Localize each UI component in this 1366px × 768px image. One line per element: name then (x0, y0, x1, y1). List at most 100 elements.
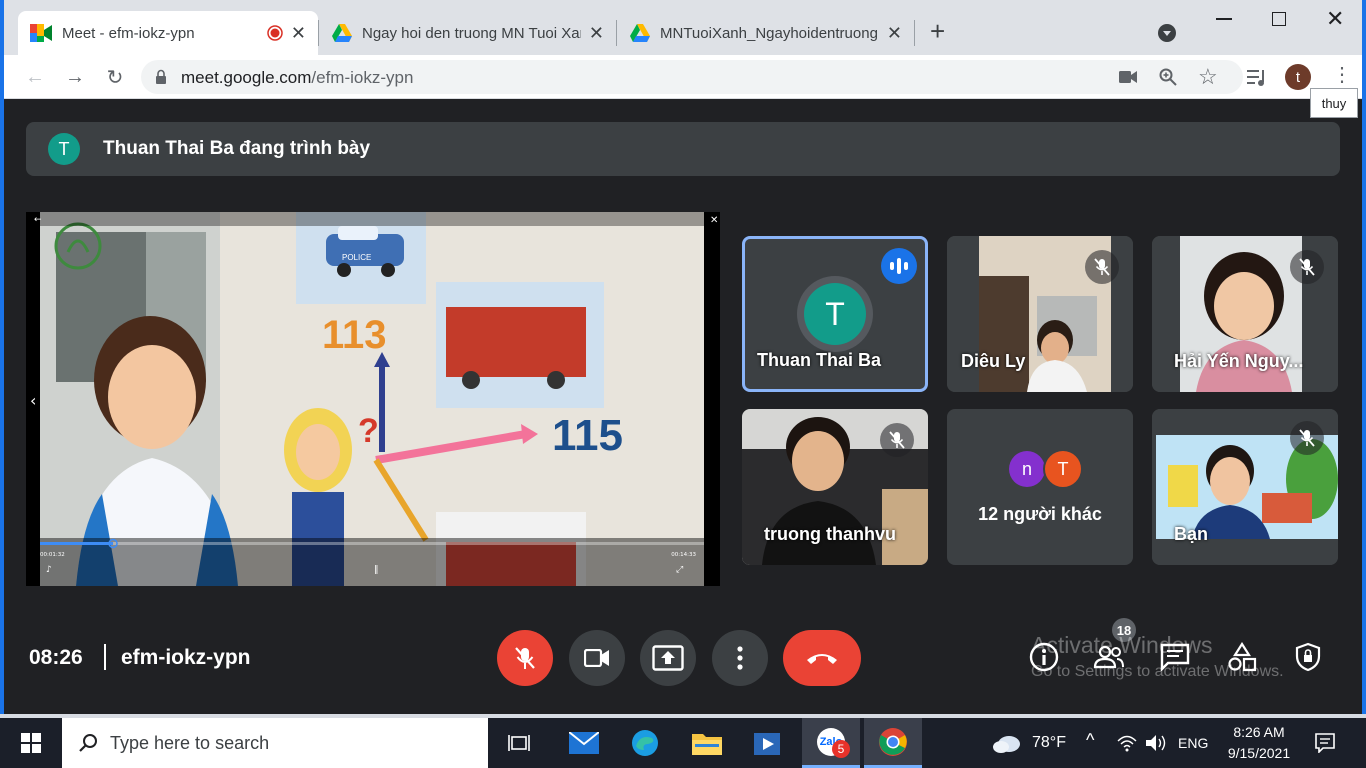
presentation-stage[interactable]: POLICE 113 115 ? ← ✕ ‹ 00:01:32 00:14:33… (26, 212, 720, 586)
taskbar-search-box[interactable]: Type here to search (62, 718, 488, 768)
police-label: POLICE (342, 253, 371, 262)
tab-close-icon[interactable]: ✕ (887, 23, 902, 44)
participant-tile-thuan[interactable]: T Thuan Thai Ba (742, 236, 928, 392)
tab-title: Meet - efm-iokz-ypn (62, 24, 195, 42)
tray-overflow-icon[interactable]: ^ (1086, 730, 1094, 751)
task-view-icon (508, 735, 530, 751)
chrome-app-button[interactable] (864, 718, 922, 768)
tab-meet[interactable]: Meet - efm-iokz-ypn ✕ (18, 11, 318, 55)
number-115: 115 (552, 411, 623, 460)
others-avatar-n: n (1009, 451, 1045, 487)
reload-icon[interactable]: ↻ (102, 64, 128, 90)
overlay-back-icon: ← (34, 215, 42, 225)
folder-icon (692, 734, 722, 755)
media-player-icon (754, 733, 780, 755)
meet-icon (30, 24, 52, 42)
presentation-banner: T Thuan Thai Ba đang trình bày (26, 122, 1340, 176)
minimize-icon[interactable] (1216, 18, 1232, 20)
participant-name: Hải Yến Nguy... (1174, 351, 1304, 371)
weather-temperature[interactable]: 78°F (1032, 734, 1066, 752)
participant-tile-dieu-ly[interactable]: Diêu Ly (947, 236, 1133, 392)
mail-app-button[interactable] (555, 718, 613, 768)
participant-name: Diêu Ly (961, 351, 1026, 371)
forward-icon[interactable]: → (62, 64, 88, 90)
url-text: meet.google.com/efm-iokz-ypn (181, 68, 413, 88)
edge-icon (632, 730, 658, 756)
fullscreen-icon: ⤢ (675, 565, 683, 575)
pause-icon: ‖ (374, 565, 379, 575)
participant-tile-truong-thanhvu[interactable]: truong thanhvu (742, 409, 928, 565)
avatar-initial: T (804, 283, 866, 345)
presenting-text: Thuan Thai Ba đang trình bày (103, 138, 371, 159)
host-controls-button[interactable] (1291, 640, 1325, 674)
mic-off-icon (880, 423, 914, 457)
camera-icon (584, 649, 609, 667)
profile-tooltip: thuy (1310, 88, 1358, 118)
lock-icon (156, 69, 166, 84)
maximize-icon[interactable] (1272, 12, 1286, 26)
media-controls-icon[interactable] (1247, 68, 1267, 86)
media-player-button[interactable] (740, 718, 798, 768)
search-icon (79, 734, 97, 752)
more-options-button[interactable] (712, 630, 768, 686)
overlay-close-icon: ✕ (710, 215, 718, 226)
wifi-icon[interactable] (1116, 734, 1138, 752)
mic-off-icon (515, 647, 535, 669)
task-view-button[interactable] (490, 718, 548, 768)
notification-center-icon[interactable] (1315, 733, 1335, 753)
google-drive-icon (332, 24, 352, 42)
address-bar[interactable]: meet.google.com/efm-iokz-ypn ☆ (141, 60, 1243, 94)
edge-browser-button[interactable] (616, 718, 674, 768)
taskbar-clock-time[interactable]: 8:26 AM (1228, 724, 1290, 740)
end-call-icon (807, 654, 837, 664)
url-path: /efm-iokz-ypn (311, 68, 414, 87)
participant-tile-others[interactable]: n T 12 người khác (947, 409, 1133, 565)
search-placeholder: Type here to search (110, 732, 270, 753)
tab-close-icon[interactable]: ✕ (589, 23, 604, 44)
separator (104, 644, 106, 670)
tab-drive-2[interactable]: MNTuoiXanh_Ngayhoidentruong ✕ (618, 11, 914, 55)
others-count-label: 12 người khác (978, 504, 1102, 524)
bookmark-star-icon[interactable]: ☆ (1198, 64, 1218, 90)
tab-divider (318, 20, 319, 46)
zalo-app-button[interactable]: Zalo 5 (802, 718, 860, 768)
weather-cloud-icon (993, 736, 1020, 753)
mic-off-icon (1290, 250, 1324, 284)
meeting-time: 08:26 (29, 646, 83, 669)
zoom-icon[interactable] (1159, 68, 1177, 86)
video-time-current: 00:01:32 (40, 552, 65, 558)
start-button[interactable] (2, 718, 60, 768)
tab-divider (616, 20, 617, 46)
volume-icon: ♪ (46, 565, 52, 575)
presenter-avatar: T (48, 133, 80, 165)
video-progress-fill (40, 542, 114, 545)
tab-title: Ngay hoi den truong MN Tuoi Xanh (362, 24, 581, 42)
browser-window: Meet - efm-iokz-ypn ✕ Ngay hoi den truon… (0, 0, 1366, 714)
file-explorer-button[interactable] (678, 718, 736, 768)
mic-toggle-button[interactable] (497, 630, 553, 686)
tab-close-icon[interactable]: ✕ (291, 23, 306, 44)
taskbar-clock-date[interactable]: 9/15/2021 (1222, 745, 1296, 761)
language-indicator[interactable]: ENG (1178, 735, 1208, 751)
camera-indicator-icon[interactable] (1119, 71, 1137, 83)
participant-tile-hai-yen[interactable]: Hải Yến Nguy... (1152, 236, 1338, 392)
participant-tile-self[interactable]: Bạn (1152, 409, 1338, 565)
browser-menu-icon[interactable]: ⋮ (1332, 63, 1352, 87)
new-tab-icon[interactable]: + (930, 18, 945, 44)
profile-avatar[interactable]: t (1285, 64, 1311, 90)
leave-call-button[interactable] (783, 630, 861, 686)
video-time-total: 00:14:33 (671, 552, 696, 558)
browser-toolbar: ← → ↻ meet.google.com/efm-iokz-ypn ☆ t ⋮ (4, 55, 1362, 99)
tab-search-icon[interactable] (1157, 23, 1177, 43)
tab-drive-1[interactable]: Ngay hoi den truong MN Tuoi Xanh ✕ (320, 11, 616, 55)
back-icon[interactable]: ← (22, 64, 48, 90)
volume-icon[interactable] (1145, 734, 1167, 752)
activate-subtitle: Go to Settings to activate Windows. (1031, 663, 1284, 680)
activate-title: Activate Windows (1031, 632, 1213, 658)
chrome-icon (879, 727, 907, 756)
present-screen-icon (652, 645, 684, 671)
camera-toggle-button[interactable] (569, 630, 625, 686)
present-screen-button[interactable] (640, 630, 696, 686)
speaking-indicator-icon (881, 248, 917, 284)
close-window-icon[interactable]: ✕ (1326, 6, 1344, 32)
